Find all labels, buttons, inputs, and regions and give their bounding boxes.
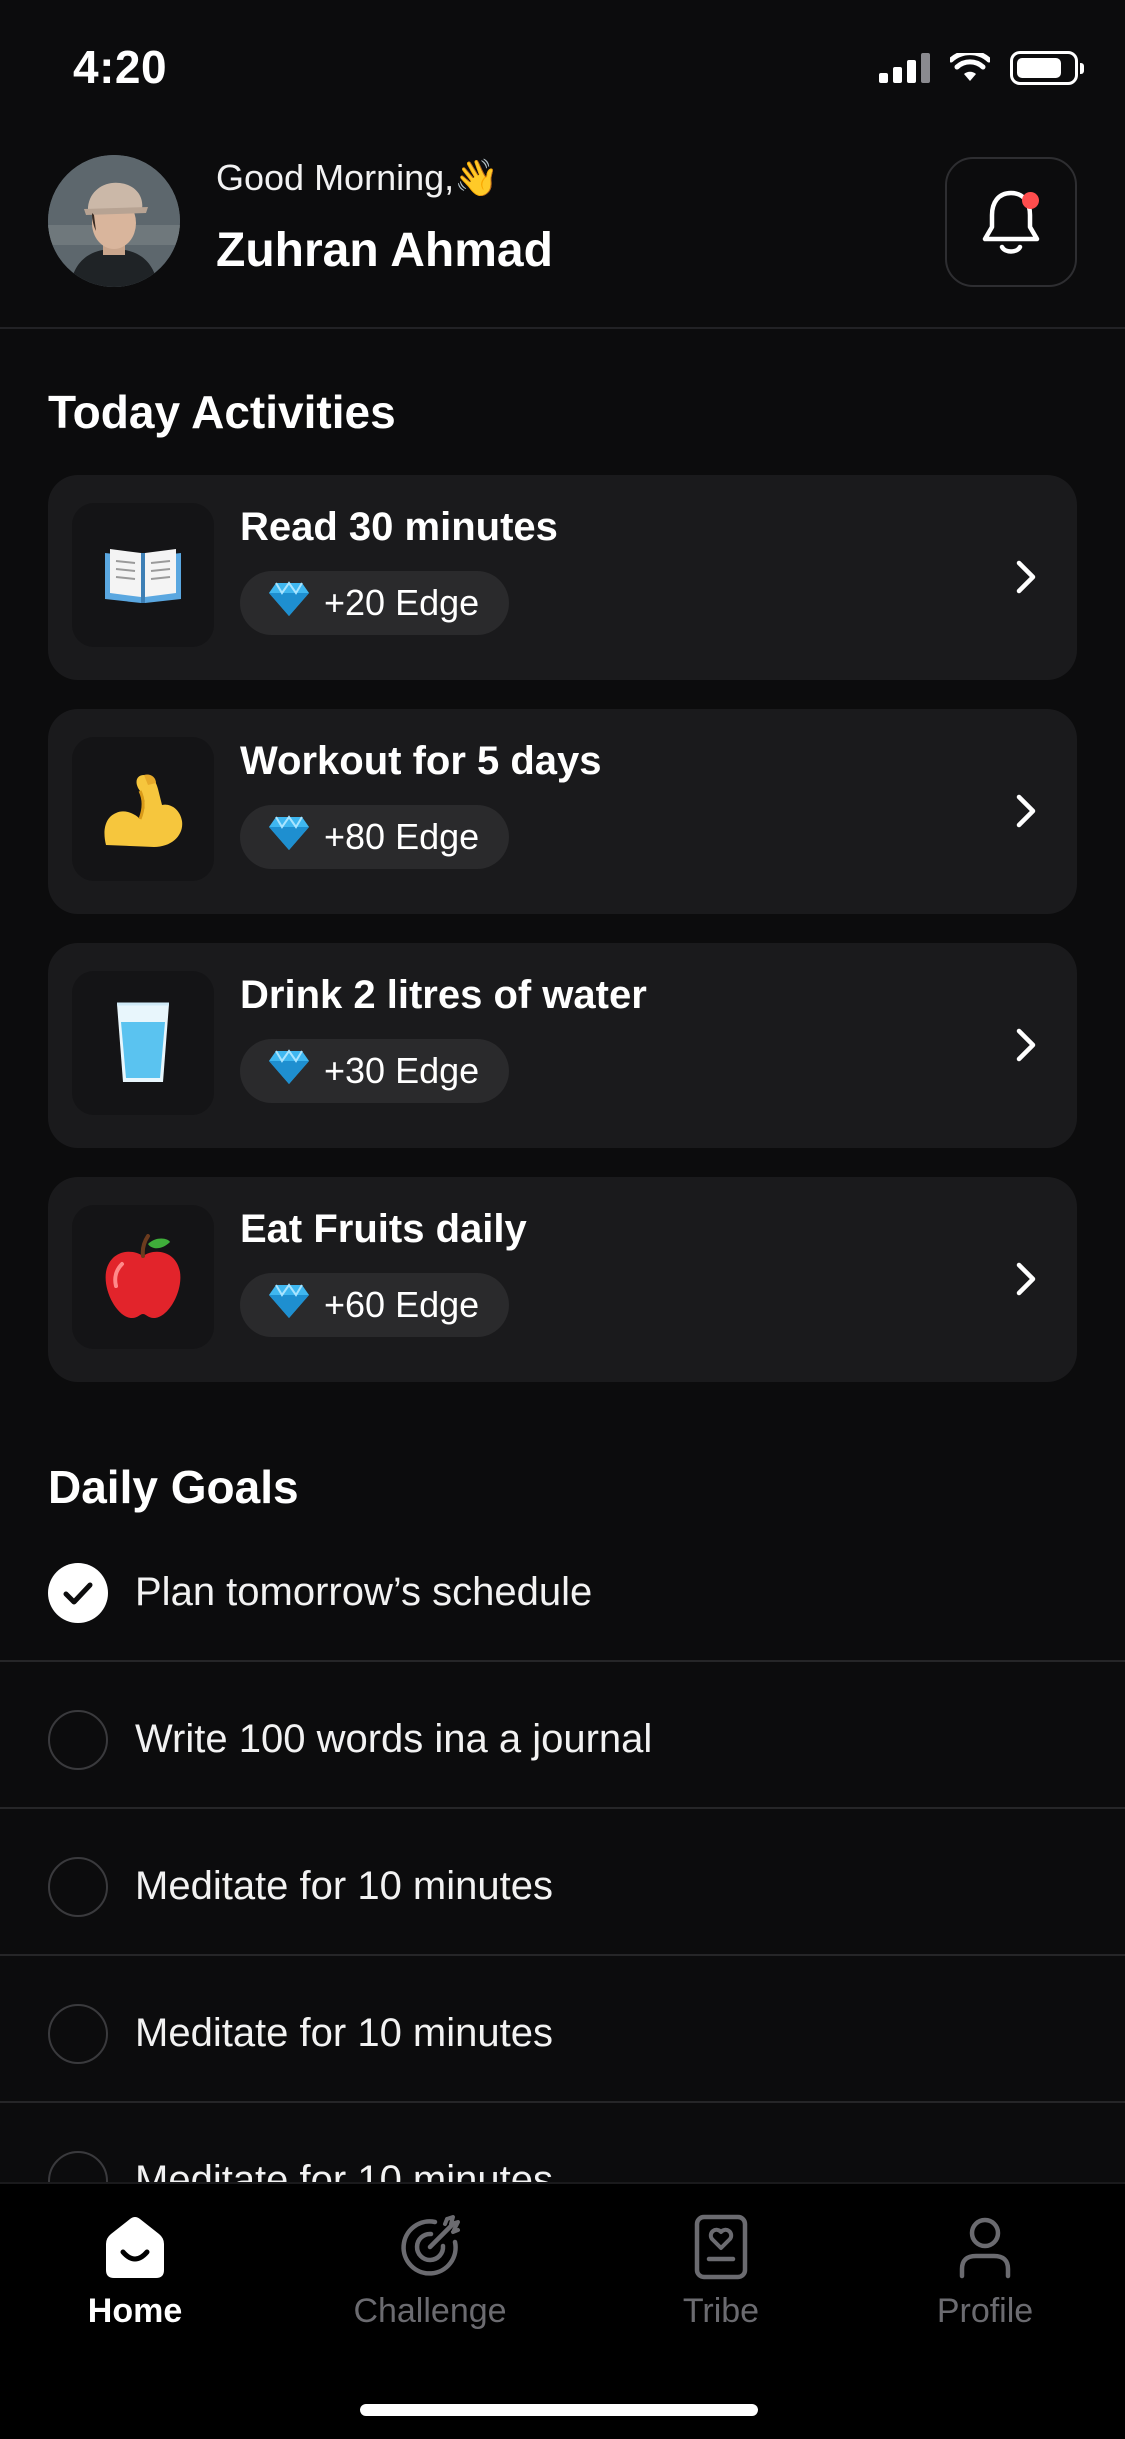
tab-profile[interactable]: Profile	[875, 2214, 1095, 2364]
status-icons	[879, 48, 1084, 88]
chevron-right-icon	[1016, 1028, 1036, 1062]
user-icon	[959, 2217, 1011, 2279]
tab-home[interactable]: Home	[25, 2214, 245, 2364]
tab-label: Challenge	[353, 2292, 507, 2330]
status-bar: 4:20	[0, 0, 1125, 135]
gem-icon	[268, 1048, 310, 1094]
notification-dot	[1022, 192, 1039, 209]
goal-row[interactable]: Meditate for 10 minutes	[0, 1956, 1125, 2103]
status-time: 4:20	[73, 41, 168, 93]
activity-card[interactable]: Workout for 5 days +80 Edge	[48, 709, 1077, 914]
goal-checkbox-checked[interactable]	[48, 1563, 108, 1623]
avatar-portrait-icon	[48, 155, 180, 287]
goal-row[interactable]: Plan tomorrow’s schedule	[0, 1515, 1125, 1662]
edge-reward-value: +30 Edge	[324, 1050, 480, 1091]
chevron-right-icon	[1016, 1262, 1036, 1296]
checkmark-icon	[63, 1582, 93, 1605]
wifi-icon	[950, 53, 990, 81]
daily-goals-title: Daily Goals	[48, 1461, 299, 1513]
activity-card[interactable]: Drink 2 litres of water +30 Edge	[48, 943, 1077, 1148]
activity-card[interactable]: Eat Fruits daily +60 Edge	[48, 1177, 1077, 1382]
book-icon	[72, 503, 214, 647]
goal-checkbox[interactable]	[48, 1710, 108, 1770]
activity-title: Drink 2 litres of water	[240, 973, 647, 1017]
gem-icon	[268, 580, 310, 626]
activity-card[interactable]: Read 30 minutes +20 Edge	[48, 475, 1077, 680]
edge-reward-value: +80 Edge	[324, 816, 480, 857]
greeting-text: Good Morning,👋	[216, 157, 499, 198]
goal-row[interactable]: Write 100 words ina a journal	[0, 1662, 1125, 1809]
edge-reward-value: +60 Edge	[324, 1284, 480, 1325]
gem-icon	[268, 1282, 310, 1328]
goal-label: Write 100 words ina a journal	[135, 1717, 653, 1761]
edge-reward-badge: +30 Edge	[240, 1039, 510, 1103]
bottom-tab-bar: Home Challenge Tribe Profile	[0, 2182, 1125, 2439]
goal-label: Meditate for 10 minutes	[135, 2011, 553, 2055]
profile-header: Good Morning,👋 Zuhran Ahmad	[48, 155, 1077, 290]
goal-checkbox[interactable]	[48, 1857, 108, 1917]
goal-label: Meditate for 10 minutes	[135, 1864, 553, 1908]
battery-icon	[1010, 51, 1084, 85]
activity-title: Read 30 minutes	[240, 505, 558, 549]
apple-icon	[72, 1205, 214, 1349]
chevron-right-icon	[1016, 794, 1036, 828]
activity-title: Workout for 5 days	[240, 739, 602, 783]
chevron-right-icon	[1016, 560, 1036, 594]
today-activities-title: Today Activities	[48, 386, 396, 438]
goal-label: Plan tomorrow’s schedule	[135, 1570, 593, 1614]
cellular-signal-icon	[879, 53, 930, 83]
edge-reward-badge: +60 Edge	[240, 1273, 510, 1337]
flexed-bicep-icon	[72, 737, 214, 881]
target-icon	[401, 2215, 460, 2276]
tab-challenge[interactable]: Challenge	[320, 2214, 540, 2364]
edge-reward-badge: +80 Edge	[240, 805, 510, 869]
water-glass-icon	[72, 971, 214, 1115]
goal-checkbox[interactable]	[48, 2004, 108, 2064]
tab-tribe[interactable]: Tribe	[611, 2214, 831, 2364]
tab-label: Tribe	[682, 2292, 760, 2330]
home-icon	[106, 2217, 164, 2278]
gem-icon	[268, 814, 310, 860]
avatar[interactable]	[48, 155, 180, 287]
edge-reward-value: +20 Edge	[324, 582, 480, 623]
notifications-button[interactable]	[945, 157, 1077, 287]
edge-reward-badge: +20 Edge	[240, 571, 510, 635]
header-divider	[0, 327, 1125, 329]
user-name: Zuhran Ahmad	[216, 224, 553, 277]
tab-label: Profile	[936, 2292, 1034, 2330]
heart-card-icon	[694, 2214, 748, 2280]
goal-row[interactable]: Meditate for 10 minutes	[0, 1809, 1125, 1956]
home-indicator[interactable]	[360, 2404, 758, 2416]
activity-title: Eat Fruits daily	[240, 1207, 527, 1251]
tab-label: Home	[87, 2292, 183, 2330]
